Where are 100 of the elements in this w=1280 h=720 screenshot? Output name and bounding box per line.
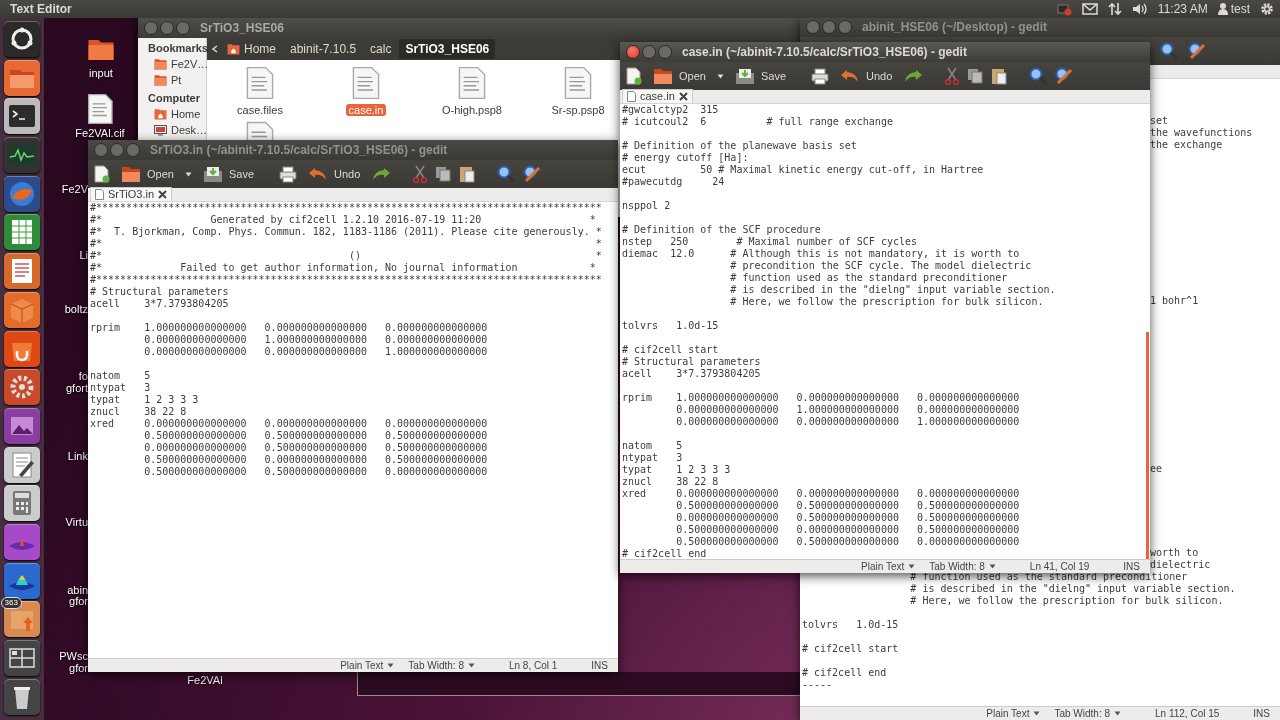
gear-icon[interactable] (1260, 2, 1274, 16)
breadcrumb[interactable]: calc (364, 39, 398, 59)
search-icon[interactable] (497, 165, 516, 183)
image-icon[interactable] (3, 407, 40, 444)
folder-icon[interactable] (3, 59, 40, 96)
close-button[interactable] (806, 20, 820, 34)
file-name[interactable]: O-high.psp8 (439, 104, 505, 116)
code-line: # is described in the "dielng" input variable section. (909, 583, 1236, 595)
document-tab[interactable]: SrTiO3.in (90, 187, 173, 201)
save-button[interactable]: Save (199, 163, 257, 185)
globe-icon[interactable] (3, 175, 40, 212)
window-title: abinit_HSE06 (~/Desktop) - gedit (862, 20, 1048, 34)
tab-width-menu[interactable]: Tab Width: 8 (1054, 708, 1121, 719)
paste-icon[interactable] (991, 67, 1008, 85)
dash-icon[interactable] (3, 21, 40, 57)
tab-width-menu[interactable]: Tab Width: 8 (408, 660, 475, 671)
open-button[interactable]: Open (118, 163, 177, 185)
icon-label[interactable]: input (89, 67, 113, 79)
transfer-arrows-icon[interactable] (1107, 2, 1122, 16)
maximize-button[interactable] (126, 143, 140, 157)
icon-label[interactable]: Link (44, 450, 88, 462)
copy-icon[interactable] (967, 68, 984, 84)
icon-label[interactable]: gfor (44, 595, 88, 607)
close-icon[interactable] (678, 92, 688, 101)
document-icon[interactable] (3, 253, 40, 290)
copy-icon[interactable] (435, 166, 452, 182)
minimize-button[interactable] (822, 20, 836, 34)
close-button[interactable] (94, 143, 108, 157)
undo-button[interactable]: Undo (837, 66, 896, 86)
document-tab[interactable]: case.in (622, 89, 693, 103)
icon-label[interactable]: Fe2VAl (187, 674, 223, 686)
icon-label[interactable]: Fe2VAl.cif (75, 127, 125, 139)
redo-arrow-icon[interactable] (371, 166, 392, 182)
icon-label[interactable]: Virtu (44, 516, 88, 528)
file-name[interactable]: case.files (234, 104, 286, 116)
spreadsheet-icon[interactable] (3, 214, 40, 251)
shopping-bag-icon[interactable] (3, 330, 40, 367)
clock[interactable]: 11:23 AM (1157, 2, 1208, 16)
sidebar-item[interactable]: Pt (138, 72, 206, 88)
find-replace-icon[interactable] (1188, 42, 1206, 60)
redo-arrow-icon[interactable] (903, 68, 924, 84)
workspace-icon[interactable] (3, 640, 40, 676)
breadcrumb[interactable]: Home (221, 39, 282, 59)
language-menu[interactable]: Plain Text (986, 708, 1041, 719)
paste-icon[interactable] (459, 165, 476, 183)
new-document-icon[interactable] (94, 165, 110, 183)
box-icon[interactable] (3, 291, 40, 328)
minimize-button[interactable] (160, 20, 174, 35)
icon-label[interactable]: gfor (44, 662, 88, 674)
save-button[interactable]: Save (731, 65, 789, 87)
icon-label[interactable]: PWsc (44, 650, 88, 662)
maximize-button[interactable] (176, 20, 190, 35)
network-icon[interactable] (1055, 2, 1072, 16)
find-replace-icon[interactable] (523, 165, 542, 183)
trash-icon[interactable] (3, 678, 40, 715)
minimize-button[interactable] (642, 45, 656, 59)
settings-icon[interactable] (3, 369, 40, 406)
icon-label[interactable]: gfort (44, 382, 88, 394)
icon-label[interactable]: fo (44, 370, 88, 382)
text-editor-icon[interactable] (3, 446, 40, 483)
search-icon[interactable] (1160, 42, 1178, 60)
undo-button[interactable]: Undo (305, 164, 364, 184)
icon-label[interactable]: boltz (44, 303, 88, 315)
sidebar-item[interactable]: Fe2V… (138, 56, 206, 72)
open-button[interactable]: Open (650, 65, 709, 87)
terminal-icon[interactable] (3, 98, 40, 135)
cursor-position: Ln 112, Col 15 (1155, 708, 1220, 719)
calculator-icon[interactable] (3, 485, 40, 522)
sidebar-item[interactable]: Desk… (138, 122, 206, 138)
surface-plot-icon[interactable] (3, 562, 40, 599)
print-icon[interactable] (811, 67, 829, 85)
maximize-button[interactable] (658, 45, 672, 59)
new-document-icon[interactable] (626, 67, 642, 85)
volume-icon[interactable] (1131, 2, 1148, 16)
icon-label[interactable]: abin (44, 584, 88, 596)
search-icon[interactable] (1029, 67, 1048, 85)
minimize-button[interactable] (110, 143, 124, 157)
print-icon[interactable] (279, 165, 297, 183)
file-name[interactable]: Sr-sp.psp8 (548, 104, 608, 116)
close-button[interactable] (626, 45, 640, 59)
user-menu[interactable]: test (1217, 2, 1250, 16)
sidebar-item[interactable]: Home (138, 106, 206, 122)
mail-icon[interactable] (1081, 3, 1098, 15)
breadcrumb[interactable]: SrTiO3_HSE06 (399, 39, 496, 59)
file-icon[interactable] (87, 93, 113, 125)
maximize-button[interactable] (838, 20, 852, 34)
close-icon[interactable] (158, 190, 168, 199)
icon-label[interactable]: Li (44, 249, 88, 261)
surface-plot-icon[interactable] (3, 523, 40, 560)
scrollbar[interactable] (1146, 331, 1149, 559)
find-replace-icon[interactable] (1055, 67, 1074, 85)
tab-width-menu[interactable]: Tab Width: 8 (929, 561, 996, 572)
scissors-icon[interactable] (413, 165, 428, 183)
breadcrumb[interactable]: abinit-7.10.5 (284, 39, 363, 59)
scissors-icon[interactable] (945, 67, 960, 85)
close-button[interactable] (144, 20, 158, 35)
icon-label[interactable]: Fe2V (44, 183, 88, 195)
monitor-icon[interactable] (3, 137, 40, 174)
language-menu[interactable]: Plain Text (861, 561, 916, 572)
language-menu[interactable]: Plain Text (340, 660, 395, 671)
